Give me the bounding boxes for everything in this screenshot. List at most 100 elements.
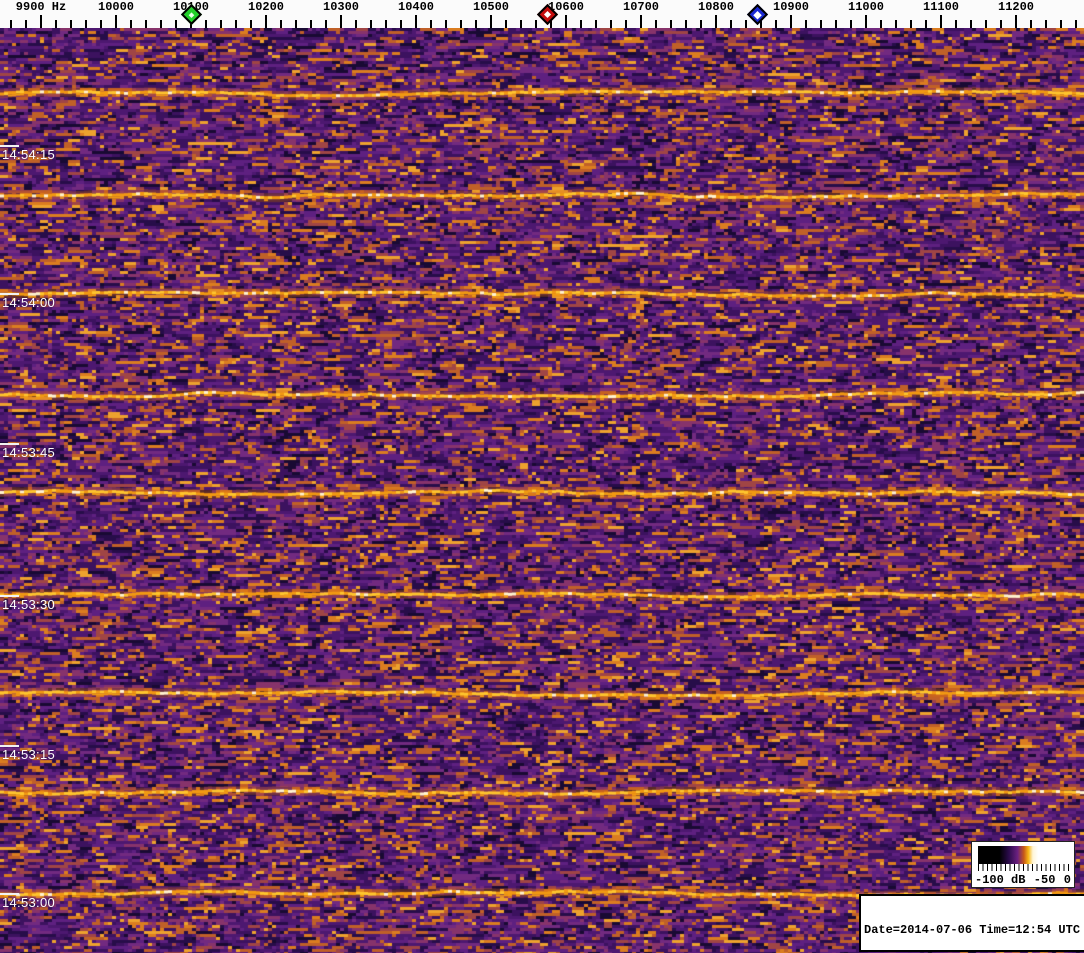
info-date-time: Date=2014-07-06 Time=12:54 UTC xyxy=(864,923,1081,937)
freq-minor-tick xyxy=(595,20,597,28)
freq-major-tick xyxy=(1015,15,1017,28)
frequency-scale[interactable]: 9900 Hz100001010010200103001040010500106… xyxy=(0,0,1084,28)
freq-minor-tick xyxy=(655,20,657,28)
freq-minor-tick xyxy=(685,20,687,28)
freq-minor-tick xyxy=(175,20,177,28)
freq-minor-tick xyxy=(985,20,987,28)
freq-minor-tick xyxy=(805,20,807,28)
freq-minor-tick xyxy=(400,20,402,28)
freq-minor-tick xyxy=(430,20,432,28)
freq-minor-tick xyxy=(610,20,612,28)
freq-minor-tick xyxy=(955,20,957,28)
freq-minor-tick xyxy=(130,20,132,28)
freq-major-tick xyxy=(565,15,567,28)
freq-minor-tick xyxy=(250,20,252,28)
freq-tick-label: 10300 xyxy=(322,0,360,14)
colorbar-ticks xyxy=(978,864,1069,871)
time-label: 14:53:30 xyxy=(2,597,56,612)
freq-minor-tick xyxy=(145,20,147,28)
freq-minor-tick xyxy=(55,20,57,28)
colorbar-legend: -100 dB -50 0 xyxy=(971,841,1075,888)
freq-tick-label: 10700 xyxy=(622,0,660,14)
colorbar-gradient xyxy=(978,846,1068,864)
marker-blue-center-dot xyxy=(753,10,762,19)
freq-minor-tick xyxy=(1030,20,1032,28)
freq-minor-tick xyxy=(445,20,447,28)
time-label: 14:54:15 xyxy=(2,147,56,162)
colorbar-label-max: 0 xyxy=(1063,873,1071,887)
freq-major-tick xyxy=(265,15,267,28)
freq-minor-tick xyxy=(925,20,927,28)
time-label: 14:53:15 xyxy=(2,747,56,762)
freq-minor-tick xyxy=(10,20,12,28)
freq-minor-tick xyxy=(910,20,912,28)
freq-major-tick xyxy=(940,15,942,28)
freq-major-tick xyxy=(415,15,417,28)
freq-tick-label: 10800 xyxy=(697,0,735,14)
freq-tick-label: 10000 xyxy=(97,0,135,14)
freq-major-tick xyxy=(490,15,492,28)
freq-minor-tick xyxy=(100,20,102,28)
time-label: 14:54:00 xyxy=(2,295,56,310)
freq-minor-tick xyxy=(835,20,837,28)
freq-minor-tick xyxy=(460,20,462,28)
marker-green-center-dot xyxy=(188,11,194,18)
freq-minor-tick xyxy=(205,20,207,28)
freq-minor-tick xyxy=(85,20,87,28)
freq-minor-tick xyxy=(670,20,672,28)
freq-tick-label: 10200 xyxy=(247,0,285,14)
spectrogram-waterfall[interactable] xyxy=(0,28,1084,953)
freq-minor-tick xyxy=(775,20,777,28)
freq-minor-tick xyxy=(25,20,27,28)
freq-minor-tick xyxy=(475,20,477,28)
time-label: 14:53:45 xyxy=(2,445,56,460)
freq-minor-tick xyxy=(1075,20,1077,28)
marker-blue[interactable] xyxy=(746,3,768,26)
colorbar-labels: -100 dB -50 0 xyxy=(975,873,1071,887)
freq-minor-tick xyxy=(310,20,312,28)
freq-major-tick xyxy=(715,15,717,28)
freq-minor-tick xyxy=(880,20,882,28)
freq-tick-label: 9900 Hz xyxy=(15,0,67,14)
freq-minor-tick xyxy=(850,20,852,28)
freq-minor-tick xyxy=(625,20,627,28)
freq-minor-tick xyxy=(70,20,72,28)
freq-tick-label: 11200 xyxy=(997,0,1035,14)
freq-minor-tick xyxy=(355,20,357,28)
freq-minor-tick xyxy=(745,20,747,28)
freq-minor-tick xyxy=(895,20,897,28)
freq-minor-tick xyxy=(295,20,297,28)
freq-major-tick xyxy=(40,15,42,28)
freq-minor-tick xyxy=(1000,20,1002,28)
time-label: 14:53:00 xyxy=(2,895,56,910)
freq-tick-label: 10500 xyxy=(472,0,510,14)
freq-minor-tick xyxy=(520,20,522,28)
freq-minor-tick xyxy=(160,20,162,28)
freq-major-tick xyxy=(865,15,867,28)
freq-major-tick xyxy=(640,15,642,28)
freq-minor-tick xyxy=(1045,20,1047,28)
freq-minor-tick xyxy=(370,20,372,28)
freq-minor-tick xyxy=(325,20,327,28)
marker-red-center-dot xyxy=(543,10,551,19)
freq-minor-tick xyxy=(535,20,537,28)
freq-minor-tick xyxy=(730,20,732,28)
freq-minor-tick xyxy=(580,20,582,28)
freq-tick-label: 10900 xyxy=(772,0,810,14)
freq-minor-tick xyxy=(700,20,702,28)
freq-major-tick xyxy=(790,15,792,28)
freq-tick-label: 10400 xyxy=(397,0,435,14)
freq-minor-tick xyxy=(820,20,822,28)
freq-minor-tick xyxy=(505,20,507,28)
freq-tick-label: 11100 xyxy=(922,0,960,14)
freq-minor-tick xyxy=(235,20,237,28)
freq-major-tick xyxy=(115,15,117,28)
freq-minor-tick xyxy=(385,20,387,28)
freq-tick-label: 11000 xyxy=(847,0,885,14)
freq-major-tick xyxy=(340,15,342,28)
freq-minor-tick xyxy=(1060,20,1062,28)
info-box: Date=2014-07-06 Time=12:54 UTC Freq=143 … xyxy=(859,894,1084,952)
colorbar-label-mid: -50 xyxy=(1033,873,1056,887)
colorbar-label-min: -100 dB xyxy=(975,873,1026,887)
spectrogram-app: 9900 Hz100001010010200103001040010500106… xyxy=(0,0,1084,953)
